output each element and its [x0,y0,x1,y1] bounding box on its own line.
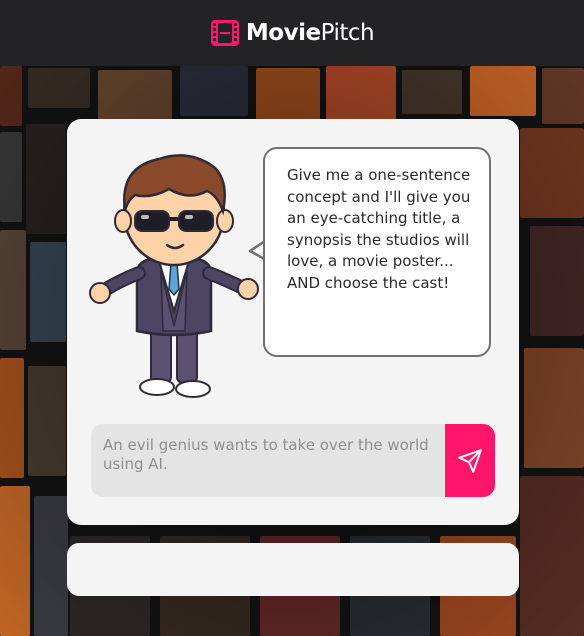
brand-logo[interactable]: MoviePitch [210,19,375,47]
paper-plane-icon [458,448,482,473]
app-header: MoviePitch [0,0,584,66]
output-panel [67,543,519,596]
speech-bubble-text: Give me a one-sentence concept and I'll … [287,166,471,292]
concept-input-row [91,424,495,497]
pitch-card: Give me a one-sentence concept and I'll … [67,119,519,525]
brand-name-bold: Movie [245,20,321,46]
film-strip-icon [210,20,239,46]
brand-name: MoviePitch [245,20,375,46]
concept-input[interactable] [91,424,445,497]
cartoon-director-mascot [89,154,259,398]
brand-name-light: Pitch [320,20,375,46]
speech-bubble: Give me a one-sentence concept and I'll … [263,147,491,357]
send-button[interactable] [445,424,495,497]
